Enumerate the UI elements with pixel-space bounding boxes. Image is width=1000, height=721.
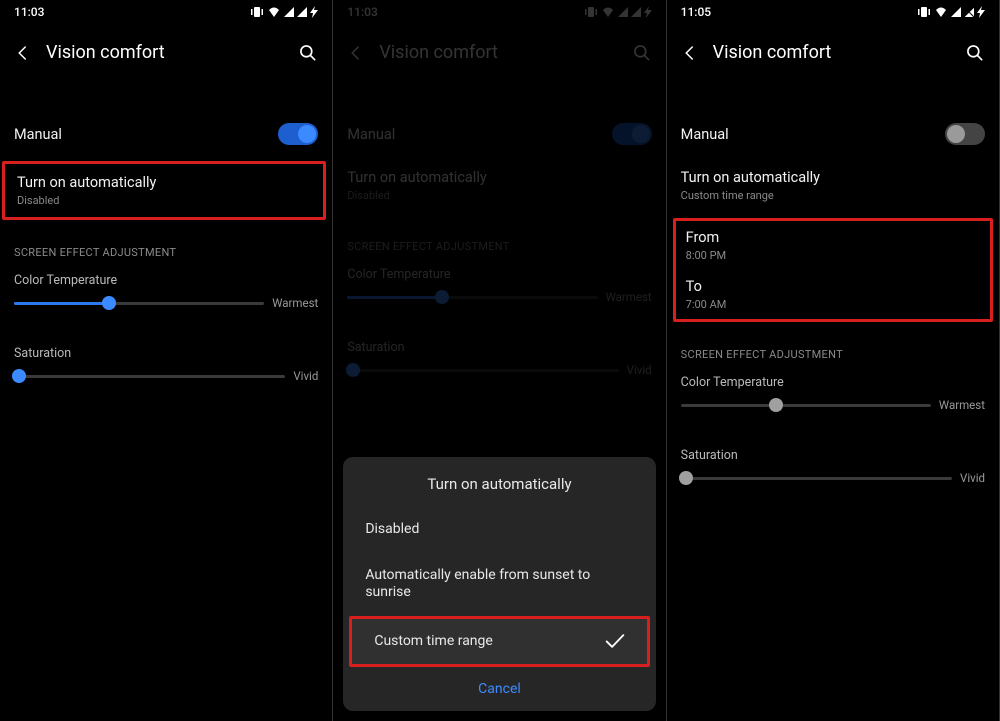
from-label: From (686, 229, 980, 246)
status-bar: 11:03 (0, 0, 332, 24)
ct-label: Color Temperature (681, 375, 985, 390)
search-icon[interactable] (965, 43, 985, 63)
signal-icon (284, 7, 294, 17)
signal-icon-2 (297, 7, 307, 17)
vibrate-icon (250, 6, 264, 18)
auto-sub: Disabled (17, 194, 311, 207)
auto-label: Turn on automatically (681, 169, 985, 186)
dialog-cancel[interactable]: Cancel (343, 667, 655, 703)
to-row[interactable]: To 7:00 AM (676, 270, 990, 319)
status-time: 11:03 (14, 5, 44, 19)
manual-row[interactable]: Manual (667, 111, 999, 157)
phone-screenshot-2: 11:03 Vision comfort Manual Turn on auto… (333, 0, 666, 721)
sat-label: Saturation (681, 448, 985, 463)
phone-screenshot-1: 11:03 Vision comfort Manual Turn on auto… (0, 0, 333, 721)
manual-label: Manual (681, 126, 945, 143)
auto-label: Turn on automatically (17, 174, 311, 191)
to-value: 7:00 AM (686, 298, 980, 311)
status-bar: 11:05 (667, 0, 999, 24)
dialog-option-disabled[interactable]: Disabled (343, 507, 655, 553)
color-temp-slider[interactable]: Color Temperature Warmest (0, 269, 332, 318)
auto-sub: Custom time range (681, 189, 985, 202)
page-title: Vision comfort (46, 42, 298, 63)
color-temp-slider[interactable]: Color Temperature Warmest (667, 371, 999, 420)
auto-dialog: Turn on automatically Disabled Automatic… (343, 457, 655, 711)
ct-end-label: Warmest (272, 296, 318, 310)
from-value: 8:00 PM (686, 249, 980, 262)
sat-end-label: Vivid (293, 369, 318, 383)
wifi-icon (934, 6, 948, 18)
auto-row[interactable]: Turn on automatically Disabled (5, 164, 323, 217)
status-time: 11:05 (681, 5, 711, 19)
section-header: SCREEN EFFECT ADJUSTMENT (0, 220, 332, 269)
saturation-slider[interactable]: Saturation Vivid (0, 342, 332, 391)
to-label: To (686, 278, 980, 295)
manual-row[interactable]: Manual (0, 111, 332, 157)
manual-toggle[interactable] (278, 123, 318, 145)
check-icon (605, 633, 625, 649)
search-icon[interactable] (298, 43, 318, 63)
vibrate-icon (917, 6, 931, 18)
status-icons (250, 6, 318, 18)
bolt-icon (977, 6, 985, 18)
manual-toggle[interactable] (945, 123, 985, 145)
bolt-icon (310, 6, 318, 18)
ct-end-label: Warmest (939, 398, 985, 412)
sat-label: Saturation (14, 346, 318, 361)
signal-icon (951, 7, 961, 17)
sat-end-label: Vivid (960, 471, 985, 485)
back-icon[interactable] (681, 44, 699, 62)
auto-row[interactable]: Turn on automatically Custom time range (667, 157, 999, 214)
page-title: Vision comfort (713, 42, 965, 63)
app-header: Vision comfort (667, 24, 999, 77)
back-icon[interactable] (14, 44, 32, 62)
dialog-option-sunset[interactable]: Automatically enable from sunset to sunr… (343, 553, 655, 616)
dialog-title: Turn on automatically (343, 471, 655, 507)
from-row[interactable]: From 8:00 PM (676, 221, 990, 270)
wifi-icon (267, 6, 281, 18)
manual-label: Manual (14, 126, 278, 143)
status-icons (917, 6, 985, 18)
saturation-slider[interactable]: Saturation Vivid (667, 444, 999, 493)
app-header: Vision comfort (0, 24, 332, 77)
signal-icon-2 (964, 7, 974, 17)
section-header: SCREEN EFFECT ADJUSTMENT (667, 322, 999, 371)
dialog-option-custom[interactable]: Custom time range (352, 619, 646, 665)
phone-screenshot-3: 11:05 Vision comfort Manual Turn on auto… (667, 0, 1000, 721)
ct-label: Color Temperature (14, 273, 318, 288)
